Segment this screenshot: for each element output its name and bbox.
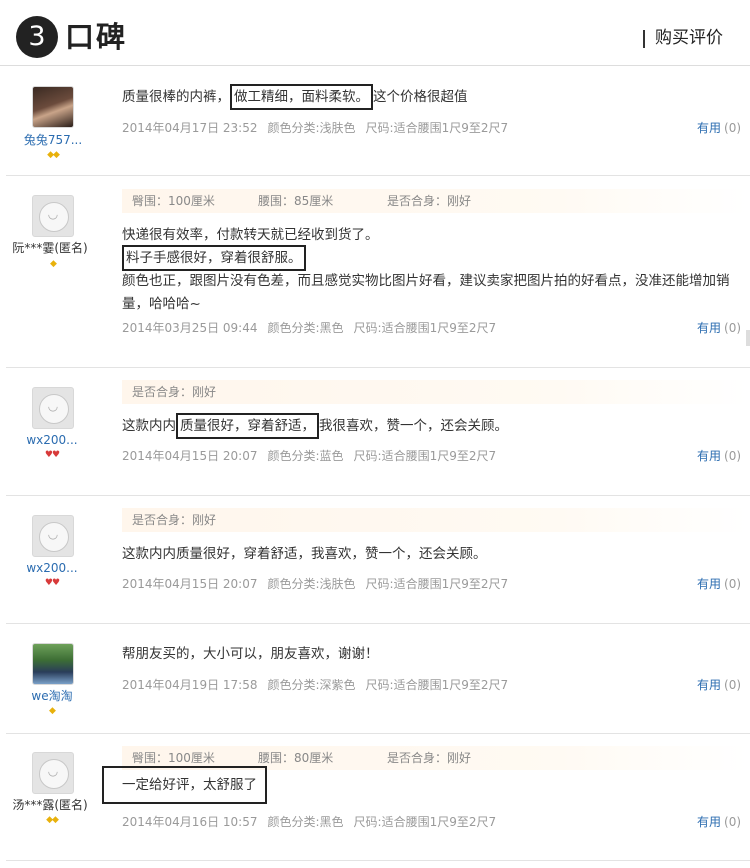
useful-button[interactable]: 有用 (0)	[697, 320, 741, 336]
highlight-box: 一定给好评，太舒服了	[102, 766, 267, 804]
useful-button[interactable]: 有用 (0)	[697, 448, 741, 464]
avatar[interactable]	[32, 752, 74, 794]
username[interactable]: 汤***露(匿名)	[0, 797, 100, 813]
review-date: 2014年04月19日 17:58	[122, 678, 258, 692]
attr-fit: 是否合身：刚好	[132, 385, 217, 399]
review-color: 颜色分类:深紫色	[267, 678, 356, 692]
review-attributes: 是否合身：刚好	[122, 508, 748, 532]
username[interactable]: wx200...	[2, 432, 102, 448]
review-attributes: 是否合身：刚好	[122, 380, 748, 404]
review-size: 尺码:适合腰围1尺9至2尺7	[365, 678, 509, 692]
attr-fit: 是否合身：刚好	[387, 751, 472, 765]
review-size: 尺码:适合腰围1尺9至2尺7	[353, 449, 497, 463]
review-text: 这款内内 质量很好，穿着舒适， 我很喜欢，赞一个，还会关顾。	[122, 413, 508, 439]
username[interactable]: wx200...	[2, 560, 102, 576]
review-size: 尺码:适合腰围1尺9至2尺7	[365, 577, 509, 591]
scrollbar-thumb[interactable]	[746, 330, 750, 346]
review-meta: 2014年04月19日 17:58 颜色分类:深紫色 尺码:适合腰围1尺9至2尺7	[122, 677, 518, 693]
section-number-badge: 3	[16, 16, 58, 58]
review-text: 这款内内质量很好，穿着舒适，我喜欢，赞一个，还会关顾。	[122, 546, 487, 562]
header-divider	[643, 30, 645, 48]
review-text: 质量很棒的内裤， 做工精细，面料柔软。 这个价格很超值	[122, 84, 468, 110]
review-date: 2014年04月15日 20:07	[122, 577, 258, 591]
review-meta: 2014年04月15日 20:07 颜色分类:浅肤色 尺码:适合腰围1尺9至2尺7	[122, 576, 518, 592]
section-title: 口碑	[65, 20, 128, 54]
review-date: 2014年04月17日 23:52	[122, 121, 258, 135]
review-meta: 2014年04月17日 23:52 颜色分类:浅肤色 尺码:适合腰围1尺9至2尺7	[122, 120, 518, 136]
attr-waist: 腰围：80厘米	[258, 751, 334, 765]
review-item: 阮***霎(匿名) ◆ 臀围：100厘米 腰围：85厘米 是否合身：刚好 快递很…	[0, 176, 750, 368]
review-item: wx200... ♥♥ 是否合身：刚好 这款内内质量很好，穿着舒适，我喜欢，赞一…	[0, 496, 750, 624]
review-date: 2014年04月16日 10:57	[122, 815, 258, 829]
review-text: 一定给好评，太舒服了	[102, 766, 267, 804]
purchase-reviews-label: 购买评价	[655, 28, 723, 48]
attr-waist: 腰围：85厘米	[258, 194, 334, 208]
section-header: 3 口碑 购买评价	[0, 0, 750, 68]
review-item: 兔兔757... ◆◆ 质量很棒的内裤， 做工精细，面料柔软。 这个价格很超值 20…	[0, 66, 750, 176]
review-size: 尺码:适合腰围1尺9至2尺7	[365, 121, 509, 135]
username[interactable]: we淘淘	[2, 688, 102, 704]
avatar[interactable]	[32, 86, 74, 128]
buyer-level-badge: ♥♥	[44, 450, 60, 460]
avatar[interactable]	[32, 643, 74, 685]
useful-button[interactable]: 有用 (0)	[697, 677, 741, 693]
useful-button[interactable]: 有用 (0)	[697, 120, 741, 136]
review-attributes: 臀围：100厘米 腰围：85厘米 是否合身：刚好	[122, 189, 748, 213]
avatar[interactable]	[32, 195, 74, 237]
review-color: 颜色分类:黑色	[267, 815, 344, 829]
review-color: 颜色分类:蓝色	[267, 449, 344, 463]
buyer-level-badge: ◆	[50, 259, 57, 269]
review-text: 帮朋友买的，大小可以，朋友喜欢，谢谢！	[122, 646, 379, 662]
review-size: 尺码:适合腰围1尺9至2尺7	[353, 815, 497, 829]
review-date: 2014年04月15日 20:07	[122, 449, 258, 463]
attr-hip: 臀围：100厘米	[132, 194, 215, 208]
highlight-box: 料子手感很好，穿着很舒服。	[122, 245, 306, 271]
username[interactable]: 阮***霎(匿名)	[0, 240, 100, 256]
buyer-level-badge: ◆◆	[46, 815, 59, 825]
buyer-level-badge: ♥♥	[44, 578, 60, 588]
avatar[interactable]	[32, 387, 74, 429]
avatar[interactable]	[32, 515, 74, 557]
review-divider	[6, 860, 750, 861]
review-color: 颜色分类:黑色	[267, 321, 344, 335]
review-meta: 2014年04月16日 10:57 颜色分类:黑色 尺码:适合腰围1尺9至2尺7	[122, 814, 506, 830]
review-date: 2014年03月25日 09:44	[122, 321, 258, 335]
attr-fit: 是否合身：刚好	[387, 194, 472, 208]
highlight-box: 做工精细，面料柔软。	[230, 84, 373, 110]
review-color: 颜色分类:浅肤色	[267, 121, 356, 135]
review-text: 快递很有效率，付款转天就已经收到货了。 料子手感很好，穿着很舒服。 颜色也正，跟…	[122, 227, 730, 312]
review-meta: 2014年04月15日 20:07 颜色分类:蓝色 尺码:适合腰围1尺9至2尺7	[122, 448, 506, 464]
review-item: 汤***露(匿名) ◆◆ 臀围：100厘米 腰围：80厘米 是否合身：刚好 一定…	[0, 734, 750, 866]
highlight-box: 质量很好，穿着舒适，	[176, 413, 319, 439]
review-size: 尺码:适合腰围1尺9至2尺7	[353, 321, 497, 335]
review-item: wx200... ♥♥ 是否合身：刚好 这款内内质量很好，穿着舒适，我很喜欢，赞…	[0, 368, 750, 496]
useful-button[interactable]: 有用 (0)	[697, 814, 741, 830]
attr-fit: 是否合身：刚好	[132, 513, 217, 527]
review-item: we淘淘 ◆ 帮朋友买的，大小可以，朋友喜欢，谢谢！ 2014年04月19日 1…	[0, 624, 750, 734]
buyer-level-badge: ◆	[49, 706, 56, 716]
buyer-level-badge: ◆◆	[47, 150, 60, 160]
review-color: 颜色分类:浅肤色	[267, 577, 356, 591]
review-meta: 2014年03月25日 09:44 颜色分类:黑色 尺码:适合腰围1尺9至2尺7	[122, 320, 506, 336]
username[interactable]: 兔兔757...	[3, 132, 103, 148]
useful-button[interactable]: 有用 (0)	[697, 576, 741, 592]
